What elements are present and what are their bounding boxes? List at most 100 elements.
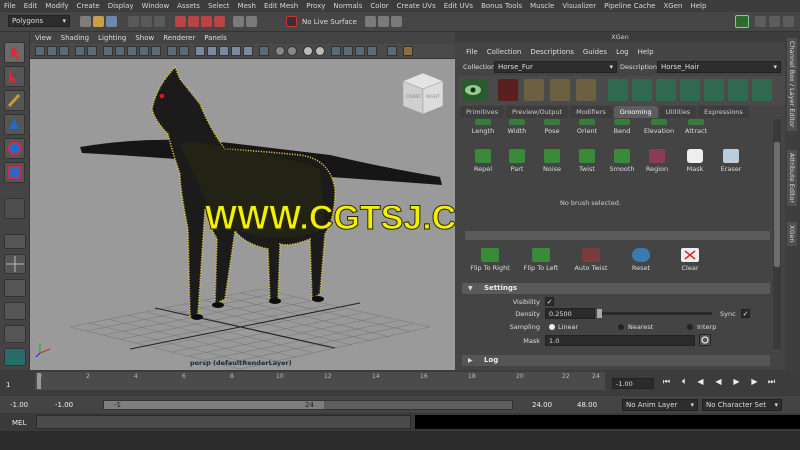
select-hierarchy-icon[interactable] (128, 16, 139, 27)
brush-eraser[interactable]: Eraser (713, 149, 749, 173)
brush-twist[interactable]: Twist (569, 149, 605, 173)
menu-select[interactable]: Select (208, 2, 230, 10)
render-icon[interactable] (365, 16, 376, 27)
tab-preview-output[interactable]: Preview/Output (506, 106, 569, 118)
density-slider[interactable] (597, 312, 712, 315)
viewport-menu-show[interactable]: Show (135, 34, 154, 42)
use-all-lights-icon[interactable] (243, 46, 253, 56)
tab-primitives[interactable]: Primitives (460, 106, 505, 118)
menu-visualizer[interactable]: Visualizer (562, 2, 596, 10)
resolution-gate-icon[interactable] (127, 46, 137, 56)
hypershade-layout-icon[interactable] (4, 325, 26, 343)
anim-layer-dropdown[interactable]: No Anim Layer ▾ (622, 399, 698, 411)
snap-grid-icon[interactable] (175, 16, 186, 27)
rebuild-guide-icon[interactable] (704, 79, 724, 101)
select-component-icon[interactable] (154, 16, 165, 27)
sampling-nearest-radio[interactable] (618, 324, 624, 330)
guide-curve-icon[interactable] (728, 79, 748, 101)
start-time-inner[interactable]: -1.00 (55, 401, 73, 409)
description-dropdown[interactable]: Horse_Hair ▾ (657, 61, 781, 73)
go-to-start-icon[interactable]: ⏮ (662, 378, 671, 386)
sculpt-guide-icon[interactable] (632, 79, 652, 101)
brush-orient[interactable]: Orient (569, 119, 605, 135)
rotate-tool-icon[interactable] (4, 138, 25, 159)
refresh-icon[interactable] (699, 334, 711, 346)
menu-create-uvs[interactable]: Create UVs (397, 2, 436, 10)
tab-modifiers[interactable]: Modifiers (570, 106, 612, 118)
step-back-key-icon[interactable]: ◀ (696, 378, 705, 386)
attribute-editor-icon[interactable] (769, 16, 780, 27)
character-set-dropdown[interactable]: No Character Set ▾ (702, 399, 782, 411)
menu-pipeline-cache[interactable]: Pipeline Cache (604, 2, 655, 10)
select-camera-icon[interactable] (35, 46, 45, 56)
create-description-icon[interactable] (524, 79, 544, 101)
brush-bend[interactable]: Bend (604, 119, 640, 135)
isolate-select-icon[interactable] (331, 46, 341, 56)
ambient-occlusion-icon[interactable] (275, 46, 285, 56)
end-time-inner[interactable]: 24.00 (532, 401, 552, 409)
field-chart-icon[interactable] (151, 46, 161, 56)
brush-pose[interactable]: Pose (534, 119, 570, 135)
menu-edit-uvs[interactable]: Edit UVs (444, 2, 473, 10)
eye-preview-icon[interactable] (462, 79, 488, 101)
hud-icon[interactable] (403, 46, 413, 56)
camera-attributes-icon[interactable] (47, 46, 57, 56)
flip-to-right-button[interactable]: Flip To Right (465, 248, 515, 272)
viewport-menu-panels[interactable]: Panels (204, 34, 227, 42)
brush-noise[interactable]: Noise (534, 149, 570, 173)
grid-icon[interactable] (103, 46, 113, 56)
gamma-icon[interactable] (387, 46, 397, 56)
persp-graph-layout-icon[interactable] (4, 302, 26, 320)
view-cube[interactable]: FRONT RIGHT (402, 72, 444, 115)
brush-smooth[interactable]: Smooth (604, 149, 640, 173)
safe-title-icon[interactable] (179, 46, 189, 56)
channel-box-icon[interactable] (755, 16, 766, 27)
brush-part[interactable]: Part (499, 149, 535, 173)
tool-settings-icon[interactable] (783, 16, 794, 27)
step-forward-key-icon[interactable]: ▶ (750, 378, 759, 386)
brush-settings-header[interactable] (465, 231, 770, 240)
input-output-icon[interactable] (246, 16, 257, 27)
xgen-menu-collection[interactable]: Collection (487, 48, 522, 56)
sampling-linear-radio[interactable] (549, 324, 555, 330)
brush-repel[interactable]: Repel (465, 149, 501, 173)
brush-length[interactable]: Length (465, 119, 501, 135)
toggle-panel-icon[interactable] (735, 15, 749, 28)
depth-of-field-icon[interactable] (315, 46, 325, 56)
paint-select-icon[interactable] (4, 90, 25, 111)
menu-window[interactable]: Window (142, 2, 170, 10)
command-input[interactable] (36, 415, 411, 429)
xgen-menu-log[interactable]: Log (616, 48, 629, 56)
bookmark-icon[interactable] (59, 46, 69, 56)
density-slider-handle[interactable] (597, 309, 602, 318)
menu-proxy[interactable]: Proxy (306, 2, 325, 10)
gate-mask-icon[interactable] (139, 46, 149, 56)
shadows-icon[interactable] (259, 46, 269, 56)
xgen-menu-descriptions[interactable]: Descriptions (530, 48, 574, 56)
collapse-arrow-icon[interactable]: ▼ (468, 285, 473, 292)
mode-dropdown[interactable]: Polygons ▾ (8, 15, 70, 27)
sync-checkbox[interactable]: ✓ (741, 309, 750, 318)
menu-edit-mesh[interactable]: Edit Mesh (264, 2, 298, 10)
menu-file[interactable]: File (4, 2, 16, 10)
current-frame-marker[interactable] (37, 373, 41, 389)
film-gate-icon[interactable] (115, 46, 125, 56)
anti-aliasing-icon[interactable] (303, 46, 313, 56)
channel-box-tab[interactable]: Channel Box / Layer Editor (787, 38, 797, 131)
xgen-menu-guides[interactable]: Guides (583, 48, 607, 56)
reset-button[interactable]: Reset (616, 248, 666, 272)
menu-bonus-tools[interactable]: Bonus Tools (481, 2, 522, 10)
snap-curve-icon[interactable] (188, 16, 199, 27)
snap-plane-icon[interactable] (214, 16, 225, 27)
guide-toggle-icon[interactable] (752, 79, 772, 101)
safe-action-icon[interactable] (167, 46, 177, 56)
smooth-shade-icon[interactable] (207, 46, 217, 56)
start-time-outer[interactable]: -1.00 (10, 401, 28, 409)
xgen-menu-file[interactable]: File (466, 48, 478, 56)
viewport-menu-shading[interactable]: Shading (61, 34, 89, 42)
select-object-icon[interactable] (141, 16, 152, 27)
menu-color[interactable]: Color (370, 2, 388, 10)
menu-xgen[interactable]: XGen (663, 2, 682, 10)
current-time-field[interactable]: -1.00 (612, 378, 654, 389)
single-pane-layout-icon[interactable] (4, 234, 26, 249)
